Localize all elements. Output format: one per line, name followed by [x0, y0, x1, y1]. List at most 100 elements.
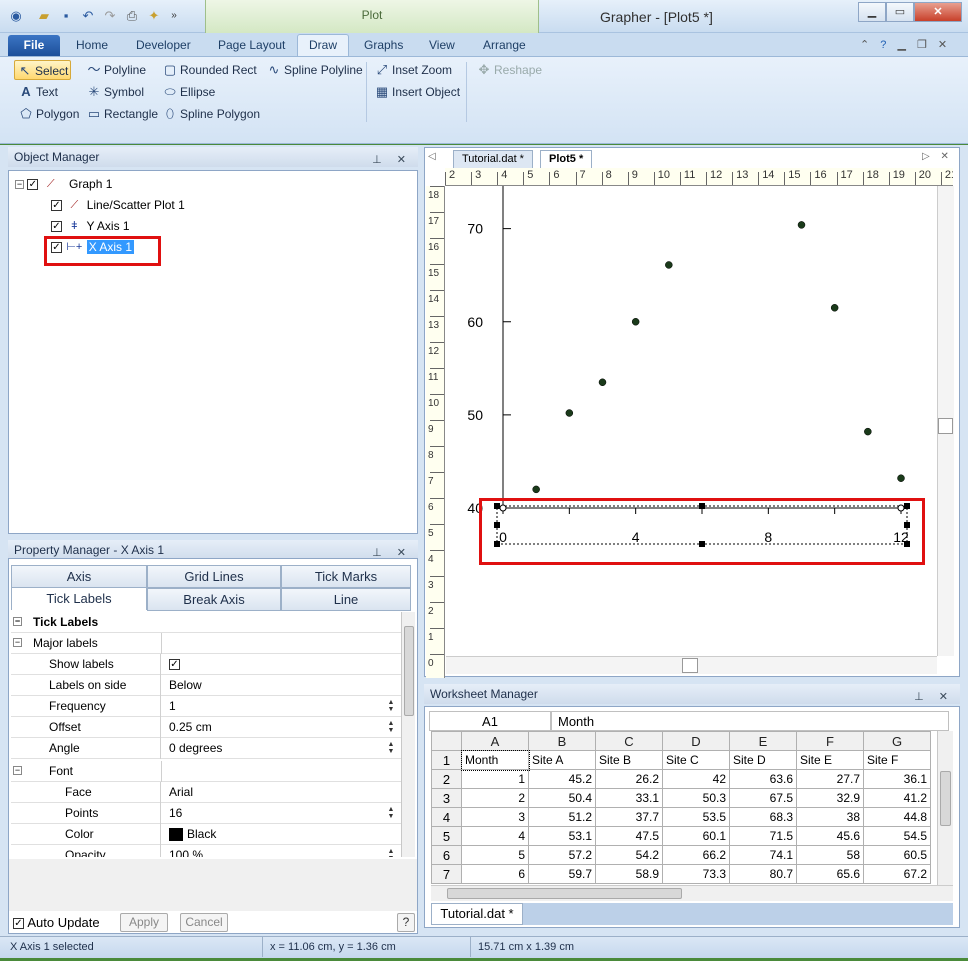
tree-item-graph[interactable]: − ✓ ⟋ Graph 1 [15, 174, 112, 195]
scatter-chart[interactable]: 706050400 4 8 12 [446, 186, 936, 656]
tab-grid-lines[interactable]: Grid Lines [147, 565, 281, 588]
spinner-icon[interactable]: ▲▼ [385, 720, 397, 734]
plot-hscroll[interactable] [446, 656, 937, 674]
data-point[interactable] [864, 427, 872, 436]
show-labels-checkbox[interactable]: ✓ [169, 659, 180, 671]
inset-zoom-button[interactable]: ⤢ Inset Zoom [372, 60, 452, 80]
cell-value-input[interactable]: Month [551, 711, 949, 731]
table-cell[interactable]: 58 [796, 845, 864, 865]
minimize-button[interactable]: ▁ [858, 2, 886, 22]
column-header[interactable]: E [729, 731, 797, 751]
prop-value[interactable]: Arial [163, 782, 381, 803]
table-cell[interactable]: 27.7 [796, 769, 864, 789]
row-header[interactable]: 6 [431, 845, 462, 865]
print-icon[interactable]: ⎙ [124, 8, 140, 24]
auto-update-toggle[interactable]: ✓ Auto Update [13, 915, 100, 930]
table-cell[interactable]: 53.5 [662, 807, 730, 827]
cell-reference[interactable]: A1 [429, 711, 551, 731]
data-point[interactable] [665, 261, 673, 269]
table-cell[interactable]: 45.2 [528, 769, 596, 789]
tab-break-axis[interactable]: Break Axis [147, 588, 281, 611]
tab-draw[interactable]: Draw [297, 34, 349, 57]
table-cell[interactable]: 65.6 [796, 864, 864, 884]
table-cell[interactable]: 74.1 [729, 845, 797, 865]
help-icon[interactable]: ? [880, 39, 890, 51]
data-point[interactable] [897, 474, 905, 482]
worksheet-grid[interactable]: A B C D E F G 1 Month Site A Site B Site C Site D Sit… [431, 731, 937, 885]
table-cell[interactable]: 1 [461, 769, 529, 789]
table-cell[interactable]: 41.2 [863, 788, 931, 808]
collapse-icon[interactable]: − [15, 180, 24, 190]
table-cell[interactable]: 53.1 [528, 826, 596, 846]
spinner-icon[interactable]: ▲▼ [385, 699, 397, 713]
prop-frequency[interactable]: Frequency 1 ▲ ▼ [11, 696, 401, 717]
prop-color[interactable]: Color Black [11, 824, 401, 845]
symbol-button[interactable]: ✳ Symbol [84, 82, 144, 102]
collapse-icon[interactable]: − [13, 766, 22, 775]
scroll-thumb[interactable] [682, 658, 698, 673]
table-cell[interactable]: 67.2 [863, 864, 931, 884]
auto-update-checkbox[interactable]: ✓ [13, 918, 24, 930]
table-cell[interactable]: 54.5 [863, 826, 931, 846]
row-header[interactable]: 7 [431, 864, 462, 884]
row-header[interactable]: 5 [431, 826, 462, 846]
row-header[interactable]: 1 [431, 750, 462, 770]
table-cell[interactable]: 38 [796, 807, 864, 827]
collapse-icon[interactable]: − [13, 638, 22, 647]
row-header[interactable]: 3 [431, 788, 462, 808]
maximize-button[interactable]: ▭ [886, 2, 914, 22]
table-cell[interactable]: 47.5 [595, 826, 663, 846]
prop-value[interactable]: Below [163, 675, 381, 696]
prop-value[interactable]: ✓ [163, 654, 381, 675]
table-cell[interactable]: Site E [796, 750, 864, 770]
table-cell[interactable]: 50.3 [662, 788, 730, 808]
property-scrollbar[interactable] [401, 612, 415, 857]
reshape-button[interactable]: ✥ Reshape [474, 60, 543, 80]
prop-angle[interactable]: Angle 0 degrees ▲ ▼ [11, 738, 401, 759]
table-cell[interactable]: 57.2 [528, 845, 596, 865]
table-cell[interactable]: 60.1 [662, 826, 730, 846]
spinner-icon[interactable]: ▲▼ [385, 806, 397, 820]
data-point[interactable] [797, 221, 806, 229]
tree-item-yaxis[interactable]: ✓ ǂ Y Axis 1 [51, 216, 130, 237]
tab-developer[interactable]: Developer [130, 36, 197, 56]
table-cell[interactable]: 44.8 [863, 807, 931, 827]
cancel-button[interactable]: Cancel [180, 913, 228, 932]
table-cell[interactable]: 54.2 [595, 845, 663, 865]
group-font[interactable]: − Font [11, 761, 401, 782]
rounded-rect-button[interactable]: ▢ Rounded Rect [160, 60, 257, 80]
table-cell[interactable]: Site C [662, 750, 730, 770]
table-cell[interactable]: 26.2 [595, 769, 663, 789]
table-cell[interactable]: 60.5 [863, 845, 931, 865]
tab-arrange[interactable]: Arrange [477, 36, 532, 56]
column-header[interactable]: A [461, 731, 529, 751]
column-header[interactable]: B [528, 731, 596, 751]
data-point[interactable] [830, 304, 839, 312]
tree-item-plot[interactable]: ✓ ⟋ Line/Scatter Plot 1 [51, 195, 185, 216]
table-cell[interactable]: 2 [461, 788, 529, 808]
redo-icon[interactable]: ↷ [102, 8, 118, 24]
prop-value[interactable]: 0 degrees [163, 738, 381, 759]
checkbox-icon[interactable]: ✓ [51, 221, 62, 233]
prop-points[interactable]: Points 16 ▲ ▼ [11, 803, 401, 824]
data-point[interactable] [598, 378, 607, 387]
column-header[interactable]: D [662, 731, 730, 751]
insert-object-button[interactable]: ▦ Insert Object [372, 82, 460, 102]
prop-value[interactable]: 0.25 cm [163, 717, 381, 738]
scroll-thumb[interactable] [938, 418, 953, 434]
polygon-button[interactable]: ⬠ Polygon [16, 104, 79, 124]
prop-show-labels[interactable]: Show labels ✓ [11, 654, 401, 675]
doc-tab-plot[interactable]: Plot5 * [540, 150, 593, 168]
customize-qat-icon[interactable]: » [166, 8, 182, 24]
ribbon-window-controls[interactable]: ⌃ ? ▁ ❐ ✕ [860, 38, 951, 51]
prop-value[interactable]: 16 [163, 803, 381, 824]
table-cell[interactable]: 37.7 [595, 807, 663, 827]
worksheet-hscroll[interactable] [431, 885, 953, 901]
table-cell[interactable]: 33.1 [595, 788, 663, 808]
tab-tick-marks[interactable]: Tick Marks [281, 565, 411, 588]
table-cell[interactable]: Site A [528, 750, 596, 770]
tab-file[interactable]: File [8, 35, 60, 56]
plot-canvas[interactable]: 70 60 50 40 0 4 8 12 [446, 186, 936, 656]
table-cell[interactable]: 3 [461, 807, 529, 827]
plot-vscroll[interactable] [937, 186, 954, 656]
